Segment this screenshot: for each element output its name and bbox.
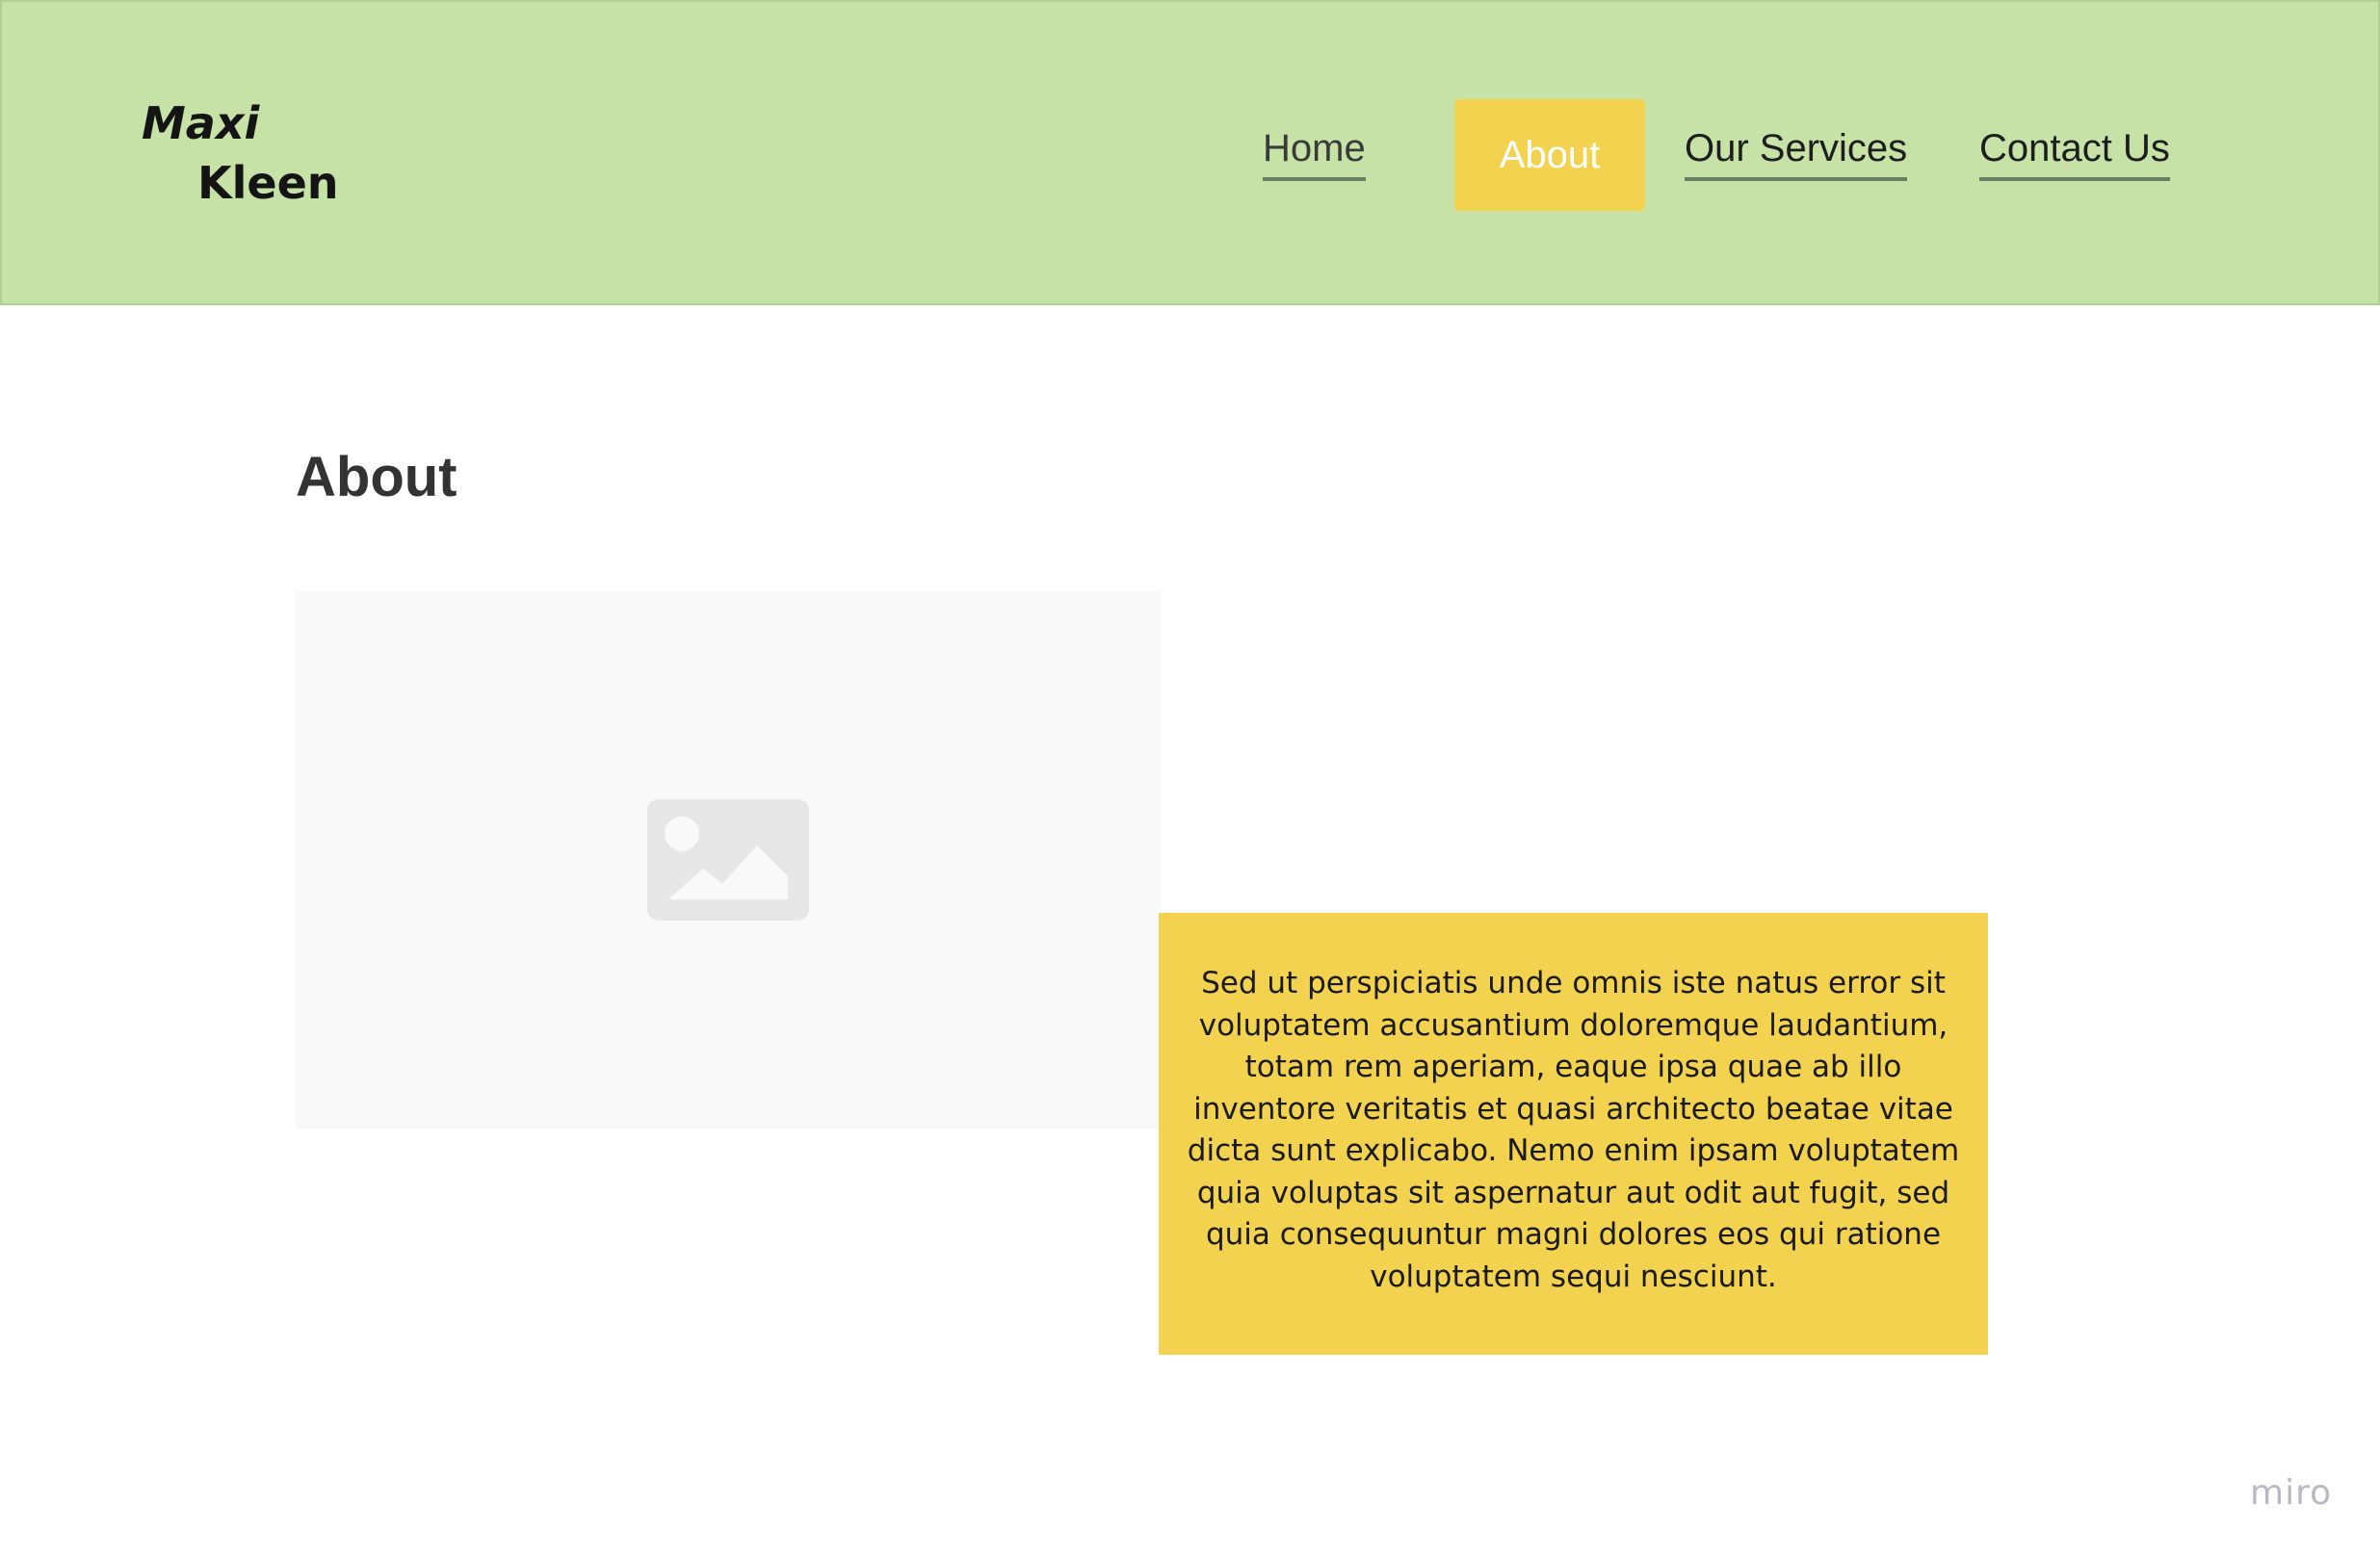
miro-watermark: miro [2250, 1473, 2333, 1513]
image-icon [647, 799, 809, 921]
nav-link-contact-us[interactable]: Contact Us [1979, 125, 2170, 181]
nav-link-our-services[interactable]: Our Services [1685, 125, 1908, 181]
about-text-card: Sed ut perspiciatis unde omnis iste natu… [1159, 913, 1988, 1355]
site-logo[interactable]: Maxi Kleen [142, 93, 339, 213]
logo-line-kleen: Kleen [197, 157, 339, 209]
page-title: About [296, 446, 458, 508]
site-header: Maxi Kleen Home About Our Services Conta… [0, 0, 2380, 305]
logo-line-maxi: Maxi [142, 97, 260, 149]
nav-link-home[interactable]: Home [1263, 125, 1366, 181]
nav-link-about[interactable]: About [1454, 99, 1645, 211]
image-placeholder [296, 591, 1161, 1129]
